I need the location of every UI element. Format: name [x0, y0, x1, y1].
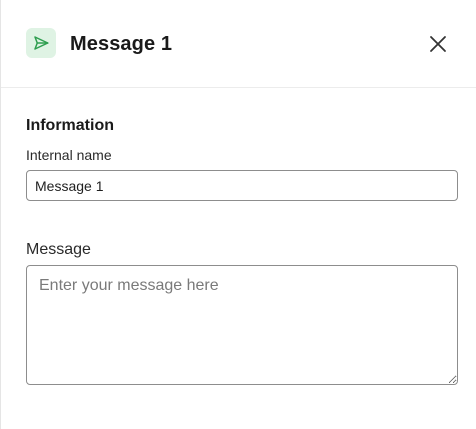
- message-textarea[interactable]: [26, 265, 458, 385]
- message-label: Message: [26, 241, 91, 258]
- internal-name-input[interactable]: [26, 170, 458, 201]
- information-section-title: Information: [26, 117, 114, 134]
- close-button[interactable]: [424, 30, 452, 58]
- close-icon: [430, 36, 446, 52]
- panel-header: Message 1: [1, 0, 476, 88]
- panel-title: Message 1: [70, 33, 173, 55]
- send-icon: [26, 28, 56, 58]
- message-settings-panel: Message 1 Information Internal name Mess…: [0, 0, 476, 429]
- internal-name-label: Internal name: [26, 147, 112, 163]
